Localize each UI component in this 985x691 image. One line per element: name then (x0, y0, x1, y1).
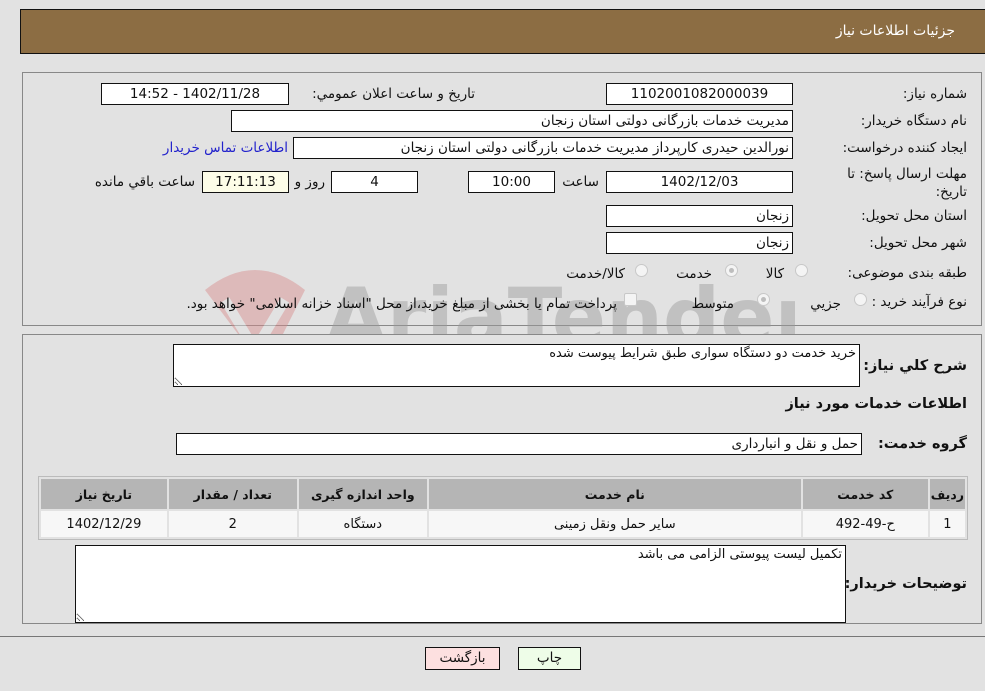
need-number-label: شماره نیاز: (902, 86, 967, 102)
summary-label: شرح کلي نياز: (863, 358, 967, 374)
category-option-goods: کالا (765, 266, 784, 282)
cell-service-name: سایر حمل ونقل زمینی (428, 511, 801, 537)
cell-row-number: 1 (929, 511, 965, 537)
process-option-medium: متوسط (691, 296, 734, 312)
treasury-checkbox-label: پرداخت تمام یا بخشی از مبلغ خرید،از محل … (186, 296, 617, 312)
province-label: استان محل تحویل: (861, 208, 967, 224)
remaining-time-field: 17:11:13 (202, 171, 289, 193)
deadline-label: مهلت ارسال پاسخ: تا تاریخ: (847, 166, 967, 200)
service-group-field: حمل و نقل و انبارداری (176, 433, 862, 455)
col-unit: واحد اندازه گیری (298, 479, 427, 509)
col-service-name: نام خدمت (428, 479, 801, 509)
category-radio-goods[interactable] (795, 264, 808, 277)
col-row-number: ردیف (929, 479, 965, 509)
buyer-notes-label: توضیحات خریدار: (844, 576, 967, 592)
remaining-days-field: 4 (331, 171, 418, 193)
province-field: زنجان (606, 205, 793, 227)
need-number-field: 1102001082000039 (606, 83, 793, 105)
buyer-contact-link[interactable]: اطلاعات تماس خریدار (163, 140, 288, 156)
cell-service-code: ح-49-492 (802, 511, 928, 537)
announce-datetime-field: 1402/11/28 - 14:52 (101, 83, 289, 105)
back-button[interactable]: بازگشت (425, 647, 500, 670)
deadline-date-field: 1402/12/03 (606, 171, 793, 193)
services-table: ردیف کد خدمت نام خدمت واحد اندازه گیری ت… (38, 476, 968, 540)
buyer-notes-textarea[interactable]: تکمیل لیست پیوستی الزامی می باشد (75, 545, 846, 623)
treasury-checkbox[interactable] (624, 293, 637, 306)
table-row: 1 ح-49-492 سایر حمل ونقل زمینی دستگاه 2 … (41, 511, 965, 537)
deadline-time-label: ساعت (562, 174, 599, 190)
col-quantity: تعداد / مقدار (168, 479, 297, 509)
cell-quantity: 2 (168, 511, 297, 537)
city-field: زنجان (606, 232, 793, 254)
process-radio-minor[interactable] (854, 293, 867, 306)
purchase-process-label: نوع فرآیند خرید : (871, 294, 967, 310)
page-header: جزئیات اطلاعات نیاز (20, 9, 985, 54)
requester-label: ایجاد کننده درخواست: (842, 140, 967, 156)
remaining-time-label: ساعت باقي مانده (94, 174, 195, 190)
city-label: شهر محل تحویل: (869, 235, 967, 251)
category-label: طبقه بندی موضوعی: (847, 265, 967, 281)
buyer-org-label: نام دستگاه خریدار: (860, 113, 967, 129)
table-header-row: ردیف کد خدمت نام خدمت واحد اندازه گیری ت… (41, 479, 965, 509)
col-need-date: تاریخ نیاز (41, 479, 167, 509)
page-title: جزئیات اطلاعات نیاز (835, 23, 955, 39)
buyer-org-field: مدیریت خدمات بازرگانی دولتی استان زنجان (231, 110, 793, 132)
category-option-service: خدمت (676, 266, 712, 282)
category-radio-goods-service[interactable] (635, 264, 648, 277)
col-service-code: کد خدمت (802, 479, 928, 509)
requester-field: نورالدین حیدری کارپرداز مدیریت خدمات باز… (293, 137, 793, 159)
process-radio-medium[interactable] (757, 293, 770, 306)
footer-divider (0, 636, 985, 637)
cell-unit: دستگاه (298, 511, 427, 537)
cell-need-date: 1402/12/29 (41, 511, 167, 537)
process-option-minor: جزيي (810, 296, 841, 312)
print-button[interactable]: چاپ (518, 647, 581, 670)
summary-textarea[interactable]: خرید خدمت دو دستگاه سواری طبق شرایط پیوس… (173, 344, 860, 387)
days-label: روز و (294, 174, 325, 190)
deadline-time-field: 10:00 (468, 171, 555, 193)
services-heading: اطلاعات خدمات مورد نیاز (785, 396, 967, 412)
category-option-goods-service: کالا/خدمت (566, 266, 625, 282)
announce-datetime-label: تاریخ و ساعت اعلان عمومي: (312, 86, 475, 102)
service-group-label: گروه خدمت: (877, 436, 967, 452)
category-radio-service[interactable] (725, 264, 738, 277)
